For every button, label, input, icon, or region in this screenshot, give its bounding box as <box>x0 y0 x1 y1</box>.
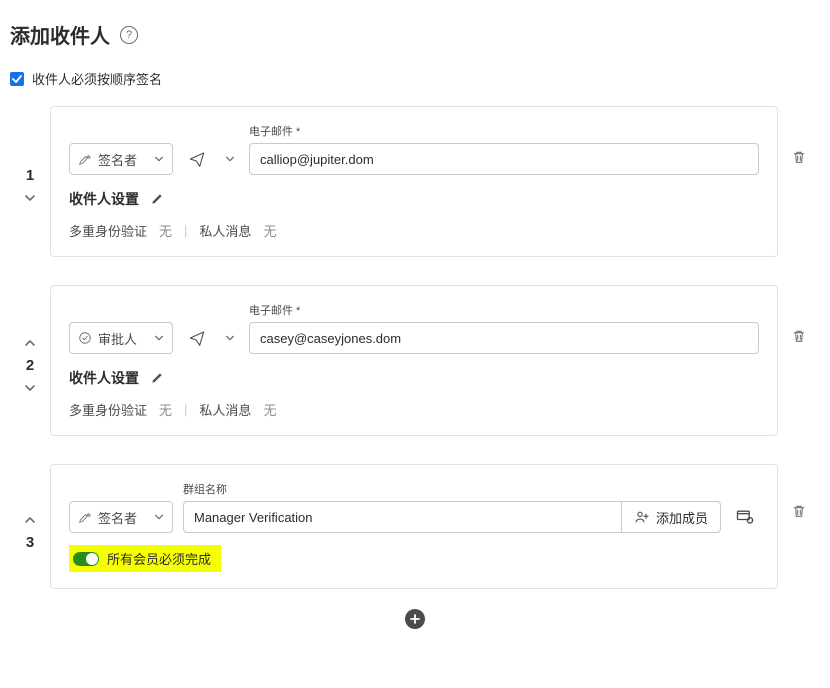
add-member-button[interactable]: 添加成员 <box>621 501 721 533</box>
edit-settings-button[interactable] <box>149 370 165 386</box>
sequence-checkbox-label: 收件人必须按顺序签名 <box>32 69 162 88</box>
delivery-method-chevron[interactable] <box>221 322 239 354</box>
recipient-row: 2 审批人 电子邮件 * <box>10 285 820 436</box>
delete-recipient-button[interactable] <box>790 148 808 166</box>
role-label: 签名者 <box>98 508 148 527</box>
move-down-button[interactable] <box>22 190 38 206</box>
private-message-value: 无 <box>263 221 276 240</box>
recipient-settings-label: 收件人设置 <box>69 368 139 388</box>
delivery-method-button[interactable] <box>183 143 211 175</box>
private-message-label: 私人消息 <box>199 221 251 240</box>
all-must-complete-toggle[interactable] <box>73 552 99 566</box>
page-title: 添加收件人 <box>10 20 110 49</box>
add-recipient-button[interactable] <box>405 609 425 629</box>
move-up-button[interactable] <box>22 512 38 528</box>
move-up-button[interactable] <box>22 335 38 351</box>
role-select[interactable]: 签名者 <box>69 143 173 175</box>
email-input[interactable] <box>249 143 759 175</box>
recipient-row: 1 签名者 电子邮件 * <box>10 106 820 257</box>
delete-recipient-button[interactable] <box>790 327 808 345</box>
user-plus-icon <box>634 509 650 525</box>
email-input[interactable] <box>249 322 759 354</box>
mfa-value: 无 <box>159 400 172 419</box>
sequence-checkbox[interactable] <box>10 72 24 86</box>
pen-nib-icon <box>78 510 92 524</box>
delete-recipient-button[interactable] <box>790 502 808 520</box>
edit-settings-button[interactable] <box>149 191 165 207</box>
recipient-settings-label: 收件人设置 <box>69 189 139 209</box>
move-down-button[interactable] <box>22 380 38 396</box>
group-settings-button[interactable] <box>731 501 759 533</box>
role-label: 签名者 <box>98 150 148 169</box>
delivery-method-chevron[interactable] <box>221 143 239 175</box>
approver-check-icon <box>78 331 92 345</box>
recipient-group-row: 3 签名者 群组名称 添加成员 <box>10 464 820 589</box>
private-message-value: 无 <box>263 400 276 419</box>
order-number: 1 <box>26 167 34 184</box>
role-select[interactable]: 签名者 <box>69 501 173 533</box>
email-field-label: 电子邮件 * <box>249 302 759 318</box>
add-member-label: 添加成员 <box>656 508 708 527</box>
private-message-label: 私人消息 <box>199 400 251 419</box>
role-label: 审批人 <box>98 329 148 348</box>
mfa-label: 多重身份验证 <box>69 400 147 419</box>
order-number: 2 <box>26 357 34 374</box>
mfa-label: 多重身份验证 <box>69 221 147 240</box>
email-field-label: 电子邮件 * <box>249 123 759 139</box>
group-name-input[interactable] <box>183 501 621 533</box>
delivery-method-button[interactable] <box>183 322 211 354</box>
all-must-complete-label: 所有会员必须完成 <box>107 549 211 568</box>
mfa-value: 无 <box>159 221 172 240</box>
pen-nib-icon <box>78 152 92 166</box>
group-name-label: 群组名称 <box>183 481 721 497</box>
order-number: 3 <box>26 534 34 551</box>
role-select[interactable]: 审批人 <box>69 322 173 354</box>
help-icon[interactable]: ? <box>120 26 138 44</box>
